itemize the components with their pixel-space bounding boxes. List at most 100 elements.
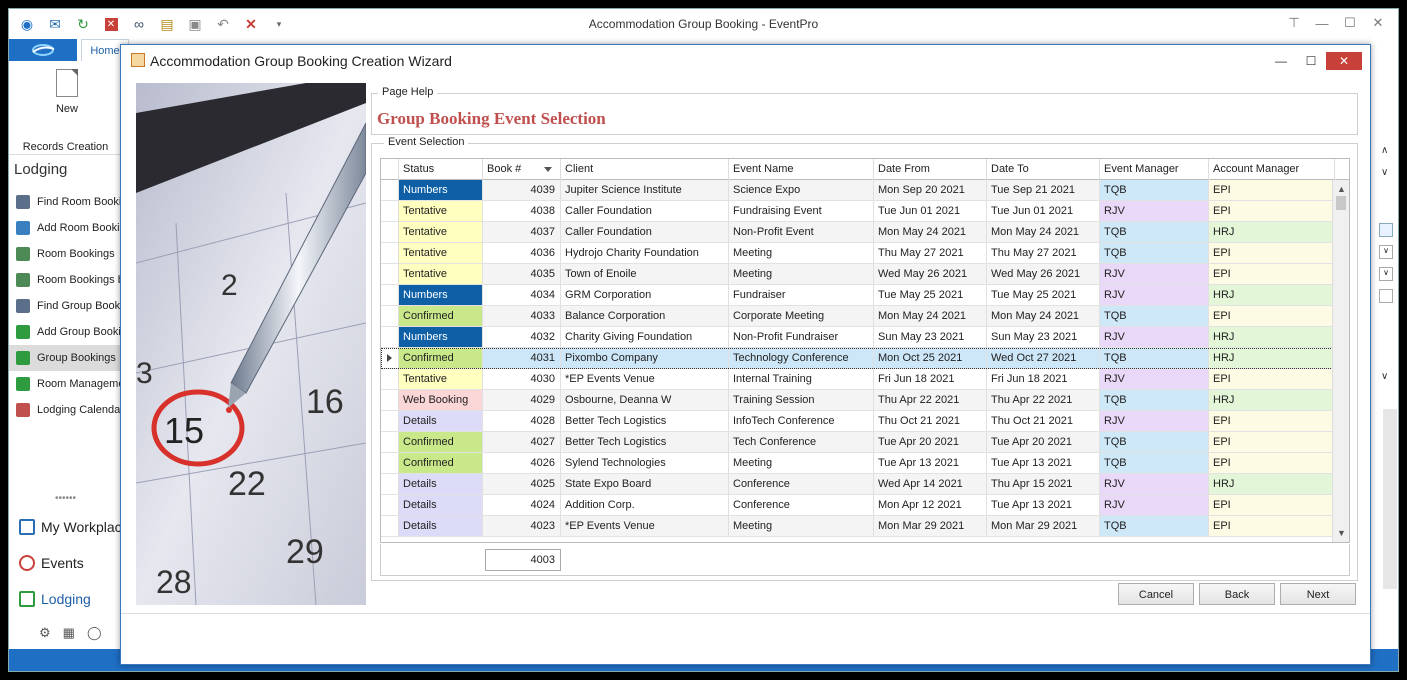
cell-from[interactable]: Wed Apr 14 2021: [874, 474, 987, 494]
cell-am[interactable]: EPI: [1209, 432, 1335, 452]
cell-em[interactable]: RJV: [1100, 264, 1209, 284]
cell-book[interactable]: 4039: [483, 180, 561, 200]
cell-book[interactable]: 4028: [483, 411, 561, 431]
sidebar-item-lodging-calendar[interactable]: Lodging Calendar: [9, 397, 122, 423]
cell-status[interactable]: Tentative: [399, 201, 483, 221]
cell-book[interactable]: 4027: [483, 432, 561, 452]
chevron-up-icon[interactable]: ∧: [1381, 145, 1388, 156]
cell-em[interactable]: TQB: [1100, 243, 1209, 263]
cell-from[interactable]: Mon May 24 2021: [874, 222, 987, 242]
cell-am[interactable]: EPI: [1209, 411, 1335, 431]
ribbon-display-icon[interactable]: ⊤: [1280, 13, 1308, 33]
column-header-book[interactable]: Book #: [483, 159, 561, 180]
cell-from[interactable]: Sun May 23 2021: [874, 327, 987, 347]
cell-em[interactable]: TQB: [1100, 222, 1209, 242]
cell-event[interactable]: Fundraising Event: [729, 201, 874, 221]
table-row[interactable]: Tentative 4037 Caller Foundation Non-Profit…: [381, 222, 1335, 243]
cell-event[interactable]: Training Session: [729, 390, 874, 410]
options-icon[interactable]: ▦: [63, 625, 75, 641]
cell-em[interactable]: RJV: [1100, 369, 1209, 389]
dialog-minimize-icon[interactable]: —: [1266, 52, 1296, 70]
cell-client[interactable]: Charity Giving Foundation: [561, 327, 729, 347]
cell-client[interactable]: *EP Events Venue: [561, 369, 729, 389]
cell-to[interactable]: Tue Jun 01 2021: [987, 201, 1100, 221]
table-row[interactable]: Numbers 4034 GRM Corporation Fundraiser Tue …: [381, 285, 1335, 306]
field-box[interactable]: [1379, 289, 1393, 303]
cell-client[interactable]: Jupiter Science Institute: [561, 180, 729, 200]
cell-to[interactable]: Mon May 24 2021: [987, 222, 1100, 242]
cell-status[interactable]: Confirmed: [399, 453, 483, 473]
cell-book[interactable]: 4033: [483, 306, 561, 326]
cell-event[interactable]: Science Expo: [729, 180, 874, 200]
nav-splitter[interactable]: ••••••: [9, 494, 122, 505]
maximize-icon[interactable]: ☐: [1336, 13, 1364, 33]
cell-to[interactable]: Thu Oct 21 2021: [987, 411, 1100, 431]
cell-client[interactable]: Pixombo Company: [561, 348, 729, 368]
cell-em[interactable]: RJV: [1100, 327, 1209, 347]
cell-book[interactable]: 4023: [483, 516, 561, 536]
cell-client[interactable]: State Expo Board: [561, 474, 729, 494]
grid-vertical-scrollbar[interactable]: ▲ ▼: [1332, 180, 1349, 542]
cell-client[interactable]: *EP Events Venue: [561, 516, 729, 536]
table-row[interactable]: Numbers 4032 Charity Giving Foundation Non-…: [381, 327, 1335, 348]
back-button[interactable]: Back: [1199, 583, 1275, 605]
table-row[interactable]: Tentative 4035 Town of Enoile Meeting Wed Ma…: [381, 264, 1335, 285]
cell-from[interactable]: Mon Sep 20 2021: [874, 180, 987, 200]
chevron-down-icon[interactable]: ∨: [1381, 167, 1388, 178]
cell-event[interactable]: InfoTech Conference: [729, 411, 874, 431]
cell-em[interactable]: RJV: [1100, 201, 1209, 221]
cell-to[interactable]: Tue May 25 2021: [987, 285, 1100, 305]
cell-from[interactable]: Wed May 26 2021: [874, 264, 987, 284]
cell-book[interactable]: 4030: [483, 369, 561, 389]
cell-event[interactable]: Meeting: [729, 264, 874, 284]
cell-status[interactable]: Confirmed: [399, 306, 483, 326]
cell-book[interactable]: 4029: [483, 390, 561, 410]
new-button[interactable]: New: [47, 69, 87, 115]
cell-client[interactable]: Better Tech Logistics: [561, 411, 729, 431]
minimize-icon[interactable]: —: [1308, 13, 1336, 33]
column-header-client[interactable]: Client: [561, 159, 729, 180]
cell-status[interactable]: Tentative: [399, 243, 483, 263]
table-row[interactable]: Confirmed 4026 Sylend Technologies Meeting T…: [381, 453, 1335, 474]
grid-icon[interactable]: [1379, 223, 1393, 237]
chat-icon[interactable]: ◯: [87, 625, 102, 641]
cell-event[interactable]: Tech Conference: [729, 432, 874, 452]
cell-client[interactable]: Better Tech Logistics: [561, 432, 729, 452]
tools-icon[interactable]: ⚙: [39, 625, 51, 641]
column-header-event-manager[interactable]: Event Manager: [1100, 159, 1209, 180]
cell-event[interactable]: Non-Profit Event: [729, 222, 874, 242]
table-row[interactable]: Web Booking 4029 Osbourne, Deanna W Trainin…: [381, 390, 1335, 411]
cell-em[interactable]: RJV: [1100, 495, 1209, 515]
cell-to[interactable]: Thu Apr 22 2021: [987, 390, 1100, 410]
module-item-events[interactable]: Events: [9, 545, 122, 581]
cell-status[interactable]: Numbers: [399, 180, 483, 200]
cell-to[interactable]: Mon May 24 2021: [987, 306, 1100, 326]
cell-book[interactable]: 4024: [483, 495, 561, 515]
close-icon[interactable]: ✕: [1364, 13, 1392, 33]
sidebar-item-add-room-booking[interactable]: Add Room Booking: [9, 215, 122, 241]
cell-status[interactable]: Confirmed: [399, 348, 483, 368]
cell-am[interactable]: EPI: [1209, 306, 1335, 326]
cell-client[interactable]: Sylend Technologies: [561, 453, 729, 473]
cell-status[interactable]: Details: [399, 495, 483, 515]
table-row[interactable]: Numbers 4039 Jupiter Science Institute Scie…: [381, 180, 1335, 201]
cell-to[interactable]: Wed May 26 2021: [987, 264, 1100, 284]
cell-book[interactable]: 4026: [483, 453, 561, 473]
scroll-down-icon[interactable]: ▼: [1337, 528, 1346, 538]
cell-from[interactable]: Mon Oct 25 2021: [874, 348, 987, 368]
cell-event[interactable]: Meeting: [729, 516, 874, 536]
next-button[interactable]: Next: [1280, 583, 1356, 605]
cell-book[interactable]: 4035: [483, 264, 561, 284]
cell-status[interactable]: Confirmed: [399, 432, 483, 452]
cell-client[interactable]: Caller Foundation: [561, 201, 729, 221]
cell-book[interactable]: 4031: [483, 348, 561, 368]
cell-client[interactable]: Town of Enoile: [561, 264, 729, 284]
cell-em[interactable]: TQB: [1100, 432, 1209, 452]
cell-am[interactable]: EPI: [1209, 264, 1335, 284]
cell-to[interactable]: Wed Oct 27 2021: [987, 348, 1100, 368]
cell-event[interactable]: Conference: [729, 474, 874, 494]
cell-book[interactable]: 4034: [483, 285, 561, 305]
cell-from[interactable]: Mon Apr 12 2021: [874, 495, 987, 515]
sidebar-item-group-bookings[interactable]: Group Bookings: [9, 345, 122, 371]
cell-event[interactable]: Fundraiser: [729, 285, 874, 305]
